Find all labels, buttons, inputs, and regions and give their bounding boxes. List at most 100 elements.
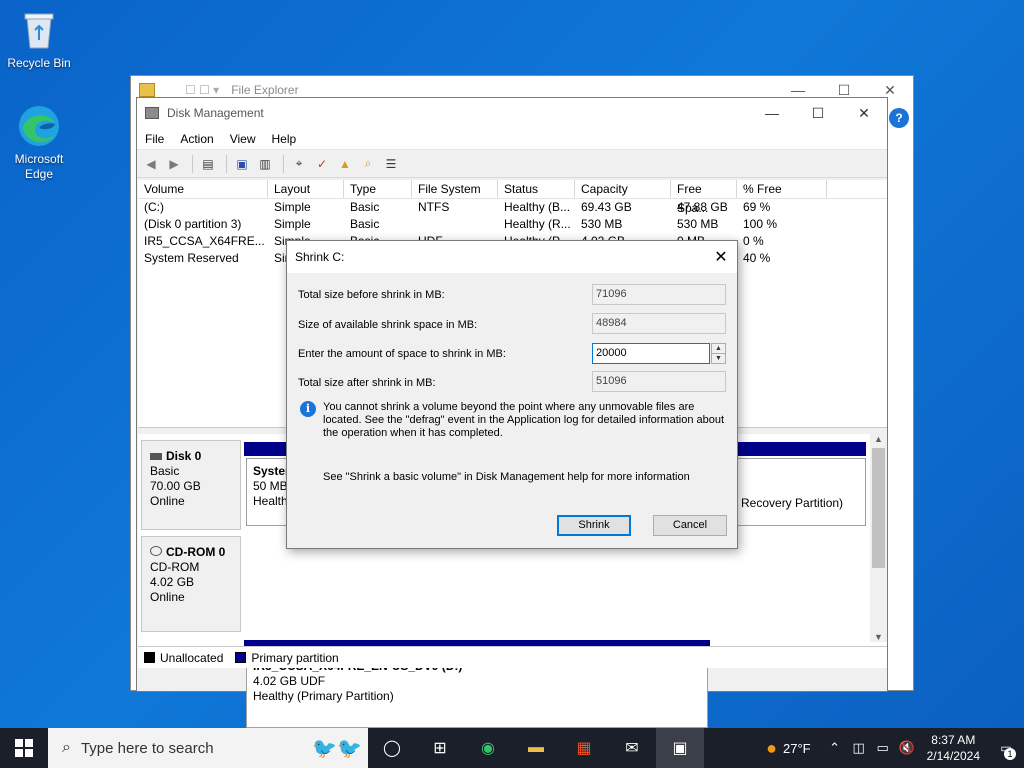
menu-view[interactable]: View <box>222 132 264 146</box>
cd-drive-icon <box>150 546 162 556</box>
scroll-up-icon[interactable]: ▲ <box>870 434 887 444</box>
file-explorer-title: File Explorer <box>231 83 299 97</box>
shrink-dialog[interactable]: Shrink C: ✕ Total size before shrink in … <box>286 240 738 549</box>
cell-volume: IR5_CCSA_X64FRE... <box>144 234 265 248</box>
menu-file[interactable]: File <box>137 132 172 146</box>
cell-volume: (Disk 0 partition 3) <box>144 217 242 231</box>
cdrom-0-label[interactable]: CD-ROM 0 CD-ROM 4.02 GB Online <box>141 536 241 632</box>
column-free-space[interactable]: Free Spa... <box>671 180 737 215</box>
total-after-label: Total size after shrink in MB: <box>298 377 436 389</box>
meet-now-icon[interactable]: ◫ <box>847 740 871 756</box>
file-explorer-taskbar-icon[interactable]: ▬ <box>512 728 560 768</box>
desktop-icon-recycle-bin[interactable]: Recycle Bin <box>4 8 74 71</box>
back-arrow-icon[interactable]: ◀ <box>141 154 161 174</box>
cdrom-0-type: CD-ROM <box>150 560 200 574</box>
toolbar-separator <box>192 154 193 173</box>
cell-capacity: 69.43 GB <box>581 200 632 214</box>
spin-up-icon[interactable]: ▲ <box>712 344 725 353</box>
settings-list-icon[interactable]: ☰ <box>381 154 401 174</box>
cell-percent-free: 40 % <box>743 251 771 265</box>
close-button[interactable]: ✕ <box>841 98 887 128</box>
notification-center-button[interactable]: ▭ 1 <box>988 728 1024 768</box>
cell-type: Basic <box>350 217 380 231</box>
mail-taskbar-icon[interactable]: ✉ <box>608 728 656 768</box>
cell-status: Healthy (R... <box>504 217 571 231</box>
edge-icon <box>17 104 61 148</box>
shrink-dialog-titlebar: Shrink C: ✕ <box>287 241 737 273</box>
column-percent-free[interactable]: % Free <box>737 180 827 198</box>
help-message: See "Shrink a basic volume" in Disk Mana… <box>323 471 690 483</box>
cell-type: Basic <box>350 200 380 214</box>
search-placeholder: Type here to search <box>80 739 214 757</box>
help-icon[interactable]: ? <box>889 108 909 128</box>
cancel-button[interactable]: Cancel <box>653 515 727 536</box>
store-taskbar-icon[interactable]: ▦ <box>560 728 608 768</box>
available-shrink-field: 48984 <box>592 313 726 334</box>
vertical-scrollbar[interactable]: ▲ ▼ <box>870 434 887 642</box>
disk-0-label[interactable]: Disk 0 Basic 70.00 GB Online <box>141 440 241 530</box>
recovery-partition[interactable]: Recovery Partition) <box>734 458 866 526</box>
disk-management-titlebar: Disk Management — ☐ ✕ <box>137 98 887 128</box>
recycle-bin-icon <box>17 8 61 52</box>
maximize-button[interactable]: ☐ <box>795 98 841 128</box>
total-after-field: 51096 <box>592 371 726 392</box>
volume-row[interactable]: (Disk 0 partition 3) Simple Basic Healthy (… <box>138 216 887 233</box>
cell-volume: (C:) <box>144 200 164 214</box>
info-message: You cannot shrink a volume beyond the po… <box>323 401 725 439</box>
spin-down-icon[interactable]: ▼ <box>712 353 725 362</box>
column-volume[interactable]: Volume <box>138 180 268 198</box>
weather-temperature[interactable]: 27°F <box>783 741 811 756</box>
weather-sun-icon[interactable]: ● <box>766 738 777 759</box>
shrink-amount-input[interactable]: 20000 <box>592 343 710 364</box>
search-folder-icon[interactable]: ⌕ <box>358 154 378 174</box>
shrink-button[interactable]: Shrink <box>557 515 631 536</box>
list-view-icon[interactable]: ▤ <box>198 154 218 174</box>
cell-free-space: 47.88 GB <box>677 200 728 214</box>
volume-row[interactable]: (C:) Simple Basic NTFS Healthy (B... 69.43 GB… <box>138 199 887 216</box>
column-capacity[interactable]: Capacity <box>575 180 671 198</box>
chevron-up-icon[interactable]: ⌃ <box>823 740 847 756</box>
search-icon: ⌕ <box>62 739 71 756</box>
shrink-amount-label: Enter the amount of space to shrink in M… <box>298 348 506 360</box>
forward-arrow-icon[interactable]: ▶ <box>164 154 184 174</box>
disk-management-taskbar-icon[interactable]: ▣ <box>656 728 704 768</box>
edge-taskbar-icon[interactable]: ◉ <box>464 728 512 768</box>
desktop-icon-label: Recycle Bin <box>7 56 71 70</box>
legend: Unallocated Primary partition <box>138 646 887 668</box>
taskbar-search-box[interactable]: ⌕ Type here to search 🐦🐦 <box>48 728 368 768</box>
folder-up-icon[interactable]: ▲ <box>335 154 355 174</box>
disk-0-name: Disk 0 <box>166 449 202 463</box>
column-status[interactable]: Status <box>498 180 575 198</box>
desktop-icon-label: Microsoft Edge <box>14 152 64 181</box>
cell-volume: System Reserved <box>144 251 239 265</box>
task-view-icon[interactable]: ◯ <box>368 728 416 768</box>
cell-free-space: 530 MB <box>677 217 719 231</box>
scrollbar-thumb[interactable] <box>872 448 885 568</box>
column-file-system[interactable]: File System <box>412 180 498 198</box>
desktop-icon-edge[interactable]: Microsoft Edge <box>4 104 74 182</box>
windows-logo-icon <box>15 739 33 757</box>
connect-icon[interactable]: ⌖ <box>289 154 309 174</box>
toolbar: ◀ ▶ ▤ ▣ ▥ ⌖ ✓ ▲ ⌕ ☰ <box>137 150 887 178</box>
menu-help[interactable]: Help <box>264 132 305 146</box>
legend-primary-partition: Primary partition <box>251 650 339 665</box>
column-type[interactable]: Type <box>344 180 412 198</box>
unallocated-swatch <box>144 652 155 663</box>
shrink-amount-spinner[interactable]: ▲ ▼ <box>711 343 726 364</box>
scroll-down-icon[interactable]: ▼ <box>870 632 887 642</box>
menu-action[interactable]: Action <box>172 132 221 146</box>
column-layout[interactable]: Layout <box>268 180 344 198</box>
start-button[interactable] <box>0 728 48 768</box>
network-icon[interactable]: ▭ <box>871 740 895 756</box>
speaker-muted-icon[interactable]: 🔇 <box>895 740 919 756</box>
help-book-icon[interactable]: ▣ <box>232 154 252 174</box>
partition-status: Healthy (Primary Partition) <box>253 689 394 703</box>
minimize-button[interactable]: — <box>749 98 795 128</box>
properties-icon[interactable]: ▥ <box>255 154 275 174</box>
task-view-timeline-icon[interactable]: ⊞ <box>416 728 464 768</box>
checklist-icon[interactable]: ✓ <box>312 154 332 174</box>
search-highlight-birds-icon: 🐦🐦 <box>312 737 362 760</box>
clock[interactable]: 8:37 AM 2/14/2024 <box>919 732 988 764</box>
close-icon[interactable]: ✕ <box>705 241 737 273</box>
cell-layout: Simple <box>274 217 311 231</box>
